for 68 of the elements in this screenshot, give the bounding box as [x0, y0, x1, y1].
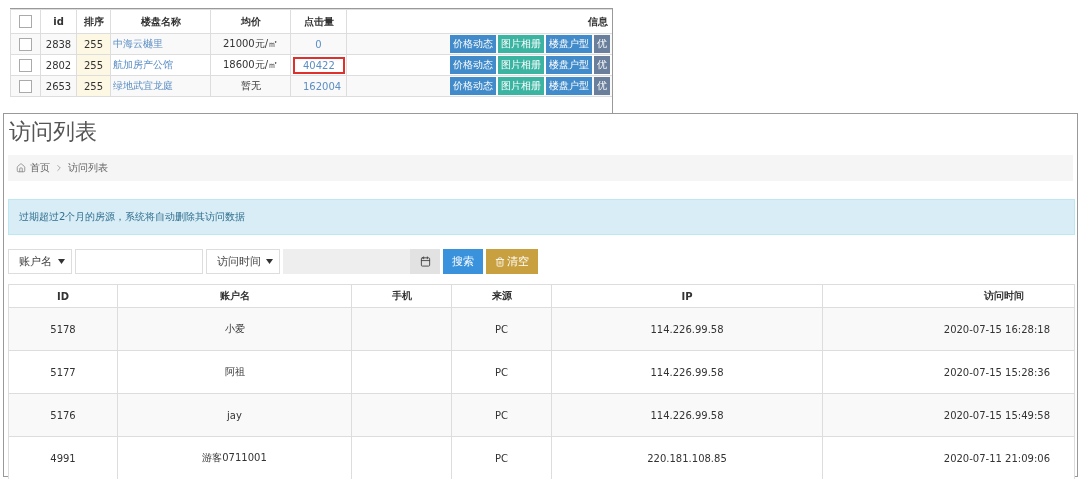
breadcrumb-item: 访问列表 [68, 161, 108, 175]
action-button[interactable]: 价格动态 [450, 56, 496, 74]
action-button[interactable]: 楼盘户型 [546, 35, 592, 53]
table-cell: PC [451, 307, 552, 351]
checkbox[interactable] [19, 79, 32, 93]
checkbox[interactable] [19, 58, 32, 72]
table-cell: 114.226.99.58 [551, 350, 823, 394]
click-count: 162004 [302, 79, 343, 94]
table-cell: 2020-07-15 15:49:58 [822, 393, 1075, 437]
click-count: 0 [314, 37, 323, 52]
column-header: 手机 [351, 284, 452, 308]
table-cell: 2653 [40, 75, 77, 97]
action-button[interactable]: 图片相册 [498, 77, 544, 95]
table-cell: 21000元/㎡ [210, 33, 291, 55]
column-header: 均价 [210, 9, 291, 34]
calendar-icon [419, 256, 431, 267]
breadcrumb-item[interactable]: 首页 [30, 161, 50, 175]
table-cell: 阿祖 [117, 350, 352, 394]
table-cell: 2802 [40, 54, 77, 76]
table-cell: 5177 [8, 350, 118, 394]
table-cell: 114.226.99.58 [551, 393, 823, 437]
column-header: 来源 [451, 284, 552, 308]
table-cell: PC [451, 350, 552, 394]
table-cell: 18600元/㎡ [210, 54, 291, 76]
search-button[interactable]: 搜索 [443, 249, 483, 274]
chevron-icon [54, 163, 64, 173]
column-header: id [40, 9, 77, 34]
action-button[interactable]: 图片相册 [498, 56, 544, 74]
table-cell: 暂无 [210, 75, 291, 97]
home-icon [16, 163, 26, 173]
table-cell: 5178 [8, 307, 118, 351]
column-header: 点击量 [290, 9, 347, 34]
checkbox[interactable] [19, 15, 32, 28]
column-header: 访问时间 [822, 284, 1075, 308]
action-button[interactable]: 价格动态 [450, 77, 496, 95]
table-cell: 小爱 [117, 307, 352, 351]
info-alert: 过期超过2个月的房源，系统将自动删除其访问数据 [8, 199, 1075, 235]
column-header: IP [551, 284, 823, 308]
table-cell: 2020-07-15 15:28:36 [822, 350, 1075, 394]
table-cell: 5176 [8, 393, 118, 437]
column-header: 楼盘名称 [110, 9, 211, 34]
action-button[interactable]: 价格动态 [450, 35, 496, 53]
field-select[interactable]: 账户名 [8, 249, 72, 274]
click-count: 40422 [293, 56, 345, 74]
table-cell: PC [451, 393, 552, 437]
clear-button[interactable]: 清空 [486, 249, 538, 274]
action-button[interactable]: 优 [594, 35, 610, 53]
column-header: ID [8, 284, 118, 308]
column-header: 信息 [346, 9, 612, 34]
action-button[interactable]: 楼盘户型 [546, 77, 592, 95]
checkbox[interactable] [19, 37, 32, 51]
column-header: 排序 [76, 9, 111, 34]
table-cell: 114.226.99.58 [551, 307, 823, 351]
action-button[interactable]: 优 [594, 56, 610, 74]
time-select[interactable]: 访问时间 [206, 249, 280, 274]
page-title: 访问列表 [9, 118, 98, 146]
action-button[interactable]: 图片相册 [498, 35, 544, 53]
table-cell: 2838 [40, 33, 77, 55]
table-cell: jay [117, 393, 352, 437]
trash-icon [495, 256, 505, 267]
column-header: 账户名 [117, 284, 352, 308]
table-cell: 2020-07-15 16:28:18 [822, 307, 1075, 351]
action-button[interactable]: 优 [594, 77, 610, 95]
action-button[interactable]: 楼盘户型 [546, 56, 592, 74]
keyword-input[interactable] [75, 249, 203, 274]
caret-icon [266, 259, 273, 264]
caret-icon [58, 259, 65, 264]
table-cell: 4991 [8, 436, 118, 479]
